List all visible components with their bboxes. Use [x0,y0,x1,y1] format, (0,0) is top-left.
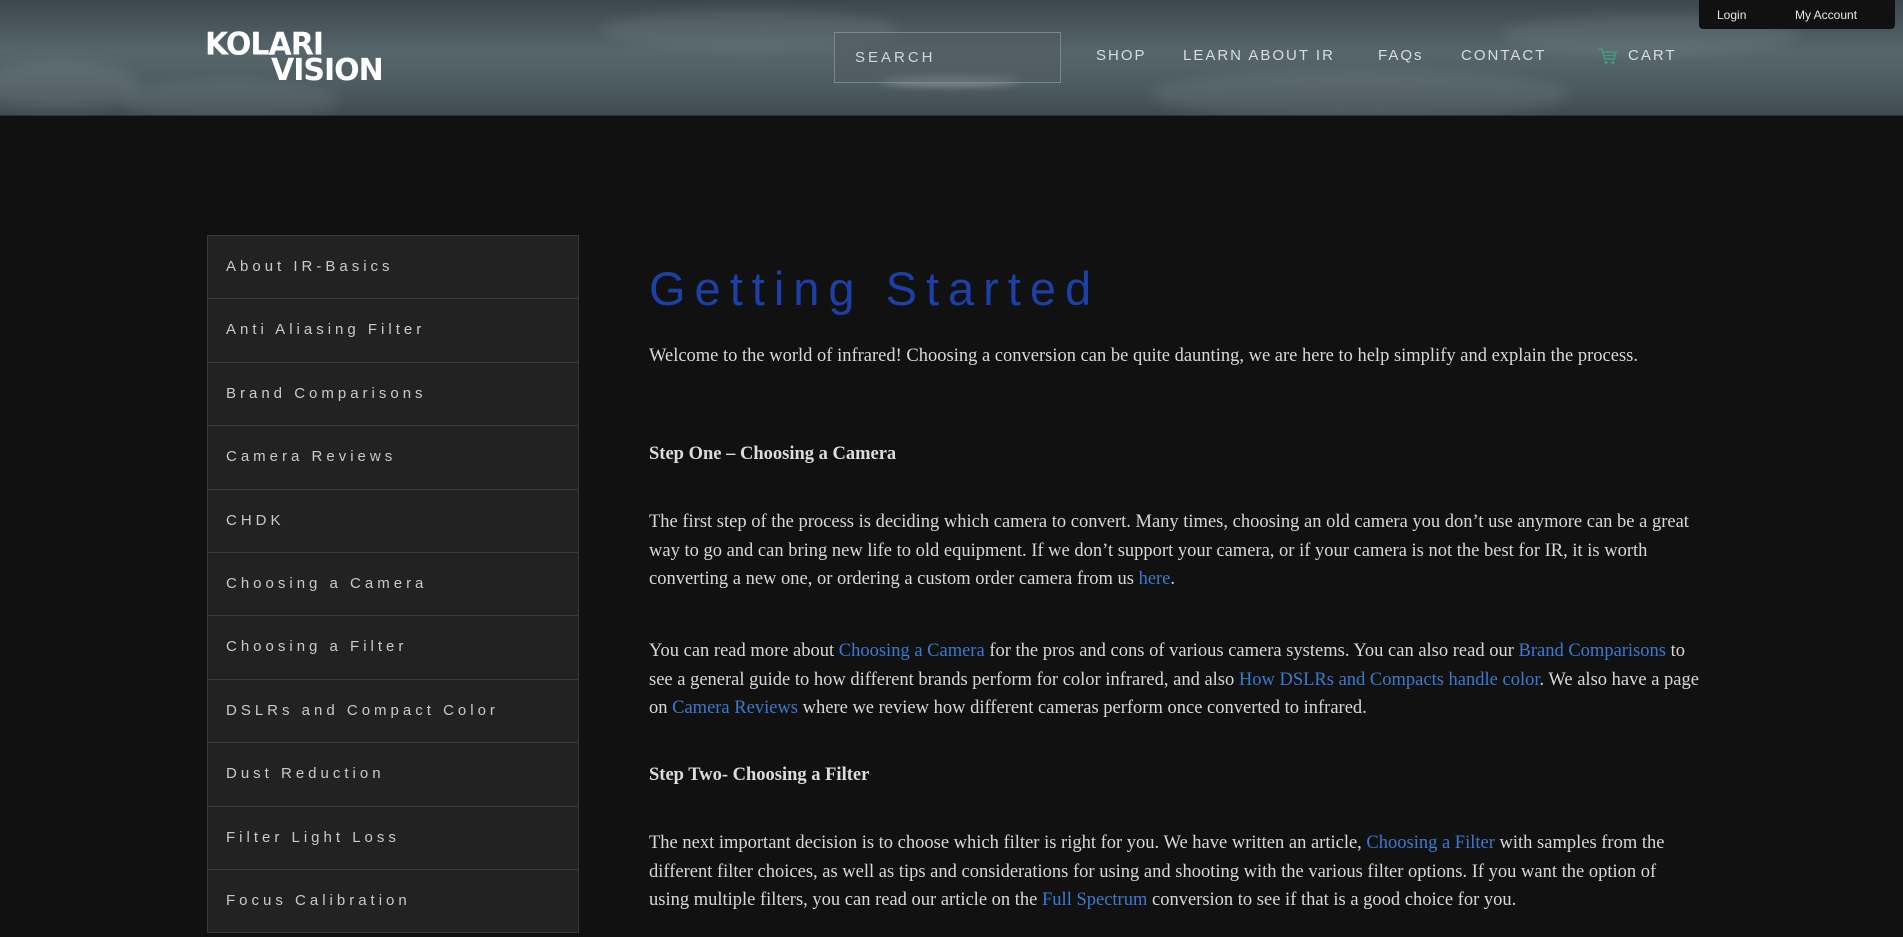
sidebar-item-brand-comparisons[interactable]: Brand Comparisons [208,362,578,427]
search-input[interactable] [835,33,1060,82]
nav-shop[interactable]: SHOP [1096,47,1147,64]
sidebar-item-choosing-a-camera[interactable]: Choosing a Camera [208,552,578,617]
header-divider [0,115,1903,116]
step-one-paragraph-2: You can read more about Choosing a Camer… [649,637,1699,723]
paragraph-text: for the pros and cons of various camera … [984,641,1519,661]
sidebar-item-filter-light-loss[interactable]: Filter Light Loss [208,806,578,870]
step-one-heading: Step One – Choosing a Camera [649,444,897,464]
sidebar-item-label: Anti Aliasing Filter [226,321,426,339]
sidebar-item-label: Focus Calibration [226,891,411,909]
sidebar-item-dslrs-and-compact-color[interactable]: DSLRs and Compact Color [208,679,578,744]
here-link[interactable]: here [1139,569,1171,589]
brand-comparisons-link[interactable]: Brand Comparisons [1519,641,1666,661]
paragraph-text: . [1170,569,1176,590]
sidebar-item-label: About IR-Basics [226,258,394,275]
step-one-paragraph-1: The first step of the process is decidin… [649,508,1699,594]
page-title: Getting Started [649,262,1101,315]
sidebar-item-label: Choosing a Camera [226,574,428,592]
cart-icon[interactable] [1598,47,1618,65]
step-two-heading: Step Two- Choosing a Filter [649,765,870,785]
my-account-link[interactable]: My Account [1795,8,1857,22]
camera-reviews-link[interactable]: Camera Reviews [672,698,798,718]
login-link[interactable]: Login [1717,8,1746,22]
choosing-a-filter-link[interactable]: Choosing a Filter [1366,833,1494,853]
sidebar-item-focus-calibration[interactable]: Focus Calibration [208,869,578,934]
sidebar-item-label: DSLRs and Compact Color [226,701,499,719]
sidebar-item-label: Brand Comparisons [226,384,427,402]
full-spectrum-link[interactable]: Full Spectrum [1042,890,1147,910]
nav-faqs[interactable]: FAQs [1378,47,1424,64]
account-bar: Login My Account [1699,0,1895,29]
sidebar-item-anti-aliasing-filter[interactable]: Anti Aliasing Filter [208,299,578,363]
step-two-paragraph-1: The next important decision is to choose… [649,829,1699,915]
sidebar-item-label: CHDK [226,511,285,529]
sidebar-item-label: Filter Light Loss [226,828,400,846]
site-header: KOLARI VISION SHOP LEARN ABOUT IR FAQs C… [0,0,1903,116]
site-logo[interactable]: KOLARI VISION [205,29,435,88]
learn-sidebar: About IR-Basics Anti Aliasing Filter Bra… [207,235,579,934]
choosing-a-camera-link[interactable]: Choosing a Camera [839,641,985,661]
intro-paragraph: Welcome to the world of infrared! Choosi… [649,346,1638,366]
sidebar-item-chdk[interactable]: CHDK [208,489,578,553]
sidebar-item-label: Camera Reviews [226,448,397,466]
dslrs-compacts-color-link[interactable]: How DSLRs and Compacts handle color [1239,670,1540,690]
paragraph-text: where we review how different cameras pe… [798,698,1367,719]
sidebar-item-camera-reviews[interactable]: Camera Reviews [208,426,578,490]
sidebar-item-label: Dust Reduction [226,765,385,783]
paragraph-text: You can read more about [649,641,839,661]
sidebar-item-about-ir-basics[interactable]: About IR-Basics [208,236,578,300]
logo-line-2: VISION [271,53,384,88]
nav-learn-about-ir[interactable]: LEARN ABOUT IR [1183,47,1335,64]
nav-contact[interactable]: CONTACT [1461,47,1546,64]
nav-cart[interactable]: CART [1628,47,1677,64]
sidebar-item-dust-reduction[interactable]: Dust Reduction [208,743,578,807]
sidebar-item-label: Choosing a Filter [226,638,408,656]
paragraph-text: The next important decision is to choose… [649,833,1367,853]
paragraph-text: conversion to see if that is a good choi… [1147,890,1517,911]
search-box [834,32,1061,83]
sidebar-item-choosing-a-filter[interactable]: Choosing a Filter [208,616,578,680]
